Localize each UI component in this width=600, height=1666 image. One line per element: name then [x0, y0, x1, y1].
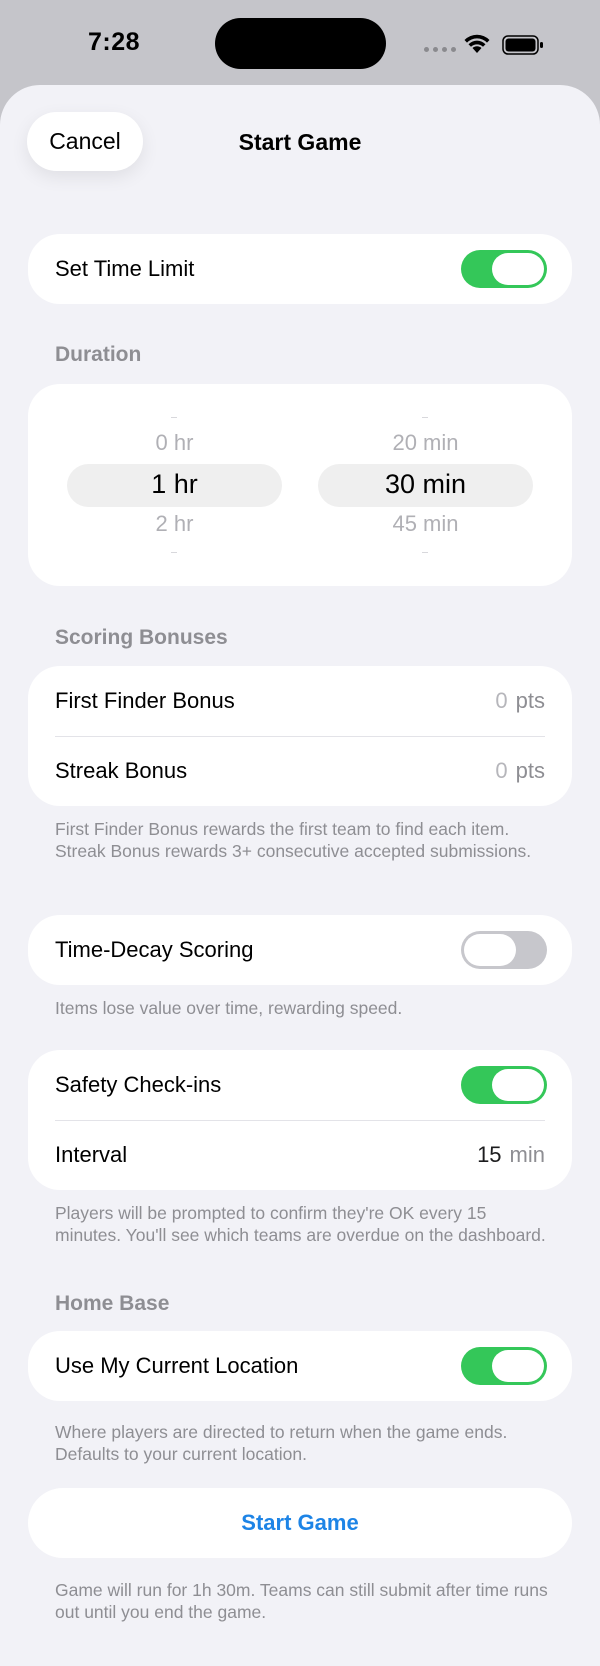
home-base-header: Home Base: [55, 1292, 170, 1315]
minutes-option[interactable]: 20 min: [318, 430, 533, 456]
streak-unit: pts: [515, 758, 545, 783]
time-decay-row: Time-Decay Scoring: [28, 915, 572, 985]
row-divider: [55, 1120, 545, 1121]
status-time: 7:28: [88, 28, 141, 56]
interval-value[interactable]: 15 min: [477, 1142, 545, 1168]
wheel-fade-item: [171, 417, 177, 418]
hours-wheel[interactable]: 0 hr 1 hr 2 hr: [67, 384, 282, 586]
streak-points: 0: [495, 758, 508, 783]
home-base-card: Use My Current Location: [28, 1331, 572, 1401]
time-limit-toggle[interactable]: [461, 250, 547, 288]
scoring-footnote: First Finder Bonus rewards the first tea…: [55, 819, 532, 861]
start-game-sheet: Cancel Start Game Set Time Limit Duratio…: [0, 85, 600, 1666]
hours-option[interactable]: 2 hr: [67, 511, 282, 537]
row-divider: [55, 736, 545, 737]
toggle-knob: [464, 934, 516, 966]
home-base-footnote: Where players are directed to return whe…: [55, 1422, 508, 1464]
safety-card: Safety Check-ins Interval 15 min: [28, 1050, 572, 1190]
hours-selected[interactable]: 1 hr: [67, 469, 282, 500]
toggle-knob: [492, 253, 544, 285]
start-game-button[interactable]: Start Game: [28, 1488, 572, 1558]
hours-option[interactable]: 0 hr: [67, 430, 282, 456]
first-finder-value[interactable]: 0 pts: [495, 688, 545, 714]
streak-value[interactable]: 0 pts: [495, 758, 545, 784]
streak-label: Streak Bonus: [55, 758, 188, 783]
safety-row: Safety Check-ins: [28, 1050, 572, 1120]
wheel-fade-item: [171, 552, 177, 553]
cellular-signal-icon: [424, 47, 456, 52]
sheet-title: Start Game: [238, 129, 362, 155]
dynamic-island: [215, 18, 386, 69]
time-limit-card: Set Time Limit: [28, 234, 572, 304]
interval-row[interactable]: Interval 15 min: [28, 1120, 572, 1190]
interval-unit: min: [509, 1142, 545, 1167]
scoring-card: First Finder Bonus 0 pts Streak Bonus 0 pt…: [28, 666, 572, 806]
duration-header: Duration: [55, 343, 142, 366]
wifi-icon: [464, 34, 490, 53]
first-finder-row[interactable]: First Finder Bonus 0 pts: [28, 666, 572, 736]
wheel-fade-item: [422, 552, 428, 553]
home-base-row: Use My Current Location: [28, 1331, 572, 1401]
first-finder-label: First Finder Bonus: [55, 688, 235, 713]
duration-picker: 0 hr 1 hr 2 hr 20 min 30 min 45 min: [28, 384, 572, 586]
status-bar: 7:28: [0, 0, 600, 84]
time-decay-toggle[interactable]: [461, 931, 547, 969]
scoring-header: Scoring Bonuses: [55, 626, 228, 649]
safety-footnote: Players will be prompted to confirm they…: [55, 1203, 546, 1245]
first-finder-points: 0: [495, 688, 508, 713]
streak-row[interactable]: Streak Bonus 0 pts: [28, 736, 572, 806]
first-finder-unit: pts: [515, 688, 545, 713]
start-footnote: Game will run for 1h 30m. Teams can stil…: [55, 1580, 548, 1622]
minutes-option[interactable]: 45 min: [318, 511, 533, 537]
toggle-knob: [492, 1069, 544, 1101]
battery-icon: [502, 35, 543, 55]
time-decay-footnote: Items lose value over time, rewarding sp…: [55, 998, 403, 1018]
minutes-selected[interactable]: 30 min: [318, 469, 533, 500]
time-limit-row: Set Time Limit: [28, 234, 572, 304]
interval-number: 15: [477, 1142, 502, 1167]
interval-label: Interval: [55, 1142, 128, 1167]
toggle-knob: [492, 1350, 544, 1382]
minutes-wheel[interactable]: 20 min 30 min 45 min: [318, 384, 533, 586]
safety-toggle[interactable]: [461, 1066, 547, 1104]
home-base-toggle[interactable]: [461, 1347, 547, 1385]
time-decay-card: Time-Decay Scoring: [28, 915, 572, 985]
wheel-fade-item: [422, 417, 428, 418]
